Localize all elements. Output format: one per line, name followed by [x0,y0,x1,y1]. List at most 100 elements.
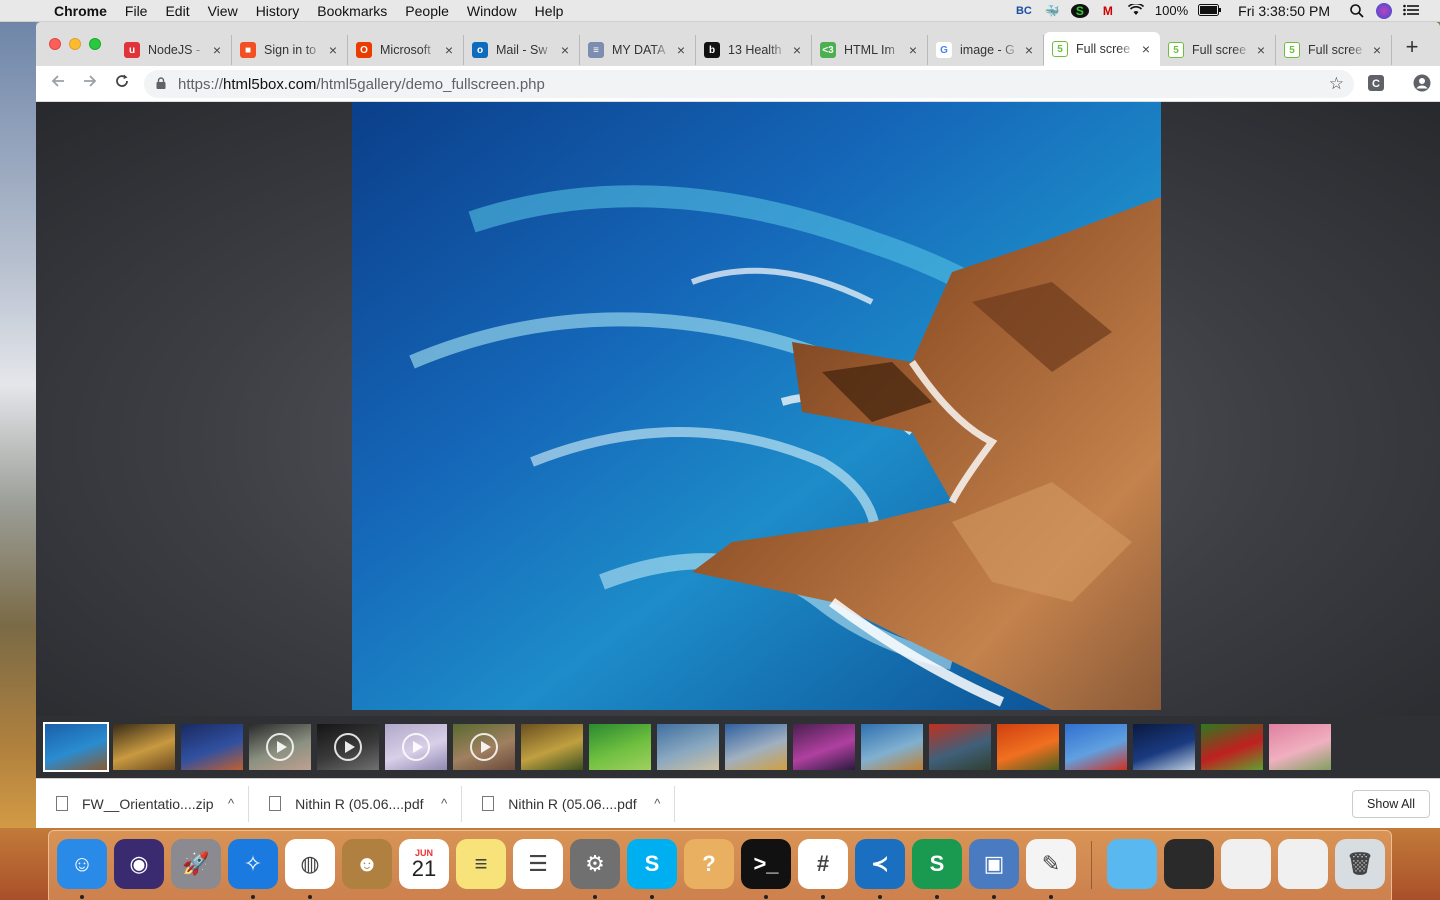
chevron-up-icon[interactable]: ^ [654,796,660,811]
tab-11[interactable]: 5 Full scree × [1276,35,1392,65]
download-item[interactable]: Nithin R (05.06....pdf ^ [462,785,676,822]
close-tab-icon[interactable]: × [791,42,803,58]
close-tab-icon[interactable]: × [1371,42,1383,58]
tab-9[interactable]: 5 Full scree × [1044,32,1160,66]
system-preferences-icon[interactable]: ⚙ [570,839,620,889]
close-tab-icon[interactable]: × [327,42,339,58]
thumb-purple-sky[interactable] [793,724,855,770]
slack-icon[interactable]: # [798,839,848,889]
tab-7[interactable]: <3 HTML Im × [812,35,928,65]
thumb-cherry-blossom[interactable] [1269,724,1331,770]
siri-icon[interactable]: ◉ [114,839,164,889]
sourcetree-icon[interactable]: S [912,839,962,889]
close-tab-icon[interactable]: × [559,42,571,58]
vscode-icon[interactable]: ≺ [855,839,905,889]
thumb-tulips-sky[interactable] [1065,724,1127,770]
skype-icon[interactable]: S [627,839,677,889]
thumb-tulips-orange[interactable] [997,724,1059,770]
thumb-video-2[interactable] [317,724,379,770]
preview-icon[interactable]: ▣ [969,839,1019,889]
terminal-icon[interactable]: >_ [741,839,791,889]
reload-button[interactable] [110,73,134,94]
thumb-video-3[interactable] [385,724,447,770]
launchpad-icon[interactable]: 🚀 [171,839,221,889]
thumb-green-field[interactable] [589,724,651,770]
recent-window-3-icon[interactable] [1278,839,1328,889]
menu-history[interactable]: History [256,3,300,19]
thumb-city-night[interactable] [181,724,243,770]
thumb-beach[interactable] [657,724,719,770]
minimize-window-button[interactable] [69,38,81,50]
textedit-icon[interactable]: ✎ [1026,839,1076,889]
thumb-swan[interactable] [1133,724,1195,770]
forward-button[interactable] [78,73,102,94]
menu-file[interactable]: File [125,3,148,19]
new-tab-button[interactable]: + [1402,34,1422,60]
notification-center-icon[interactable] [1402,4,1420,18]
battery-icon[interactable] [1198,3,1222,18]
tab-4[interactable]: o Mail - Sw × [464,35,580,65]
close-tab-icon[interactable]: × [443,42,455,58]
bookmark-star-icon[interactable]: ☆ [1329,74,1344,94]
close-tab-icon[interactable]: × [675,42,687,58]
finder-icon[interactable]: ☺ [57,839,107,889]
close-tab-icon[interactable]: × [211,42,223,58]
thumb-video-4[interactable] [453,724,515,770]
menu-help[interactable]: Help [535,3,564,19]
downloads-folder-icon[interactable] [1107,839,1157,889]
menu-bookmarks[interactable]: Bookmarks [317,3,387,19]
contacts-icon[interactable]: ☻ [342,839,392,889]
menu-clock[interactable]: Fri 3:38:50 PM [1238,3,1330,19]
extension-icon[interactable]: C [1366,74,1386,94]
menu-edit[interactable]: Edit [165,3,189,19]
safari-icon[interactable]: ✧ [228,839,278,889]
tab-2[interactable]: ■ Sign in to × [232,35,348,65]
profile-avatar-icon[interactable] [1412,74,1432,94]
thumb-red-sunset[interactable] [929,724,991,770]
show-all-downloads-button[interactable]: Show All [1352,789,1430,818]
trash-icon[interactable]: 🗑 [1335,839,1385,889]
bc-status-icon[interactable]: BC [1015,4,1033,18]
recent-window-1-icon[interactable] [1164,839,1214,889]
thumb-forest[interactable] [521,724,583,770]
close-window-button[interactable] [49,38,61,50]
download-item[interactable]: Nithin R (05.06....pdf ^ [249,785,463,822]
mcafee-icon[interactable]: M [1099,4,1117,18]
menu-view[interactable]: View [208,3,238,19]
chevron-up-icon[interactable]: ^ [228,796,234,811]
chevron-up-icon[interactable]: ^ [441,796,447,811]
tab-5[interactable]: ≡ MY DATA × [580,35,696,65]
thumb-video-1[interactable] [249,724,311,770]
thumb-desert-sky[interactable] [725,724,787,770]
docker-status-icon[interactable]: 🐳 [1043,4,1061,18]
menu-window[interactable]: Window [467,3,517,19]
thumb-coast[interactable] [43,722,109,772]
reminders-icon[interactable]: ☰ [513,839,563,889]
tab-10[interactable]: 5 Full scree × [1160,35,1276,65]
lock-icon[interactable] [156,76,166,92]
menu-people[interactable]: People [405,3,449,19]
spotlight-search-icon[interactable] [1348,3,1366,18]
chrome-icon[interactable]: ◍ [285,839,335,889]
tab-6[interactable]: b 13 Health × [696,35,812,65]
shield-status-icon[interactable]: S [1070,3,1089,18]
close-tab-icon[interactable]: × [1023,42,1035,58]
tab-1[interactable]: u NodeJS - × [116,35,232,65]
download-item[interactable]: FW__Orientatio....zip ^ [36,785,250,822]
help-icon[interactable]: ? [684,839,734,889]
thumb-sunset-cliff[interactable] [113,724,175,770]
wifi-icon[interactable] [1127,2,1145,18]
back-button[interactable] [46,73,70,94]
zoom-window-button[interactable] [89,38,101,50]
siri-icon[interactable] [1376,2,1392,19]
close-tab-icon[interactable]: × [1255,42,1267,58]
close-tab-icon[interactable]: × [1140,41,1152,57]
recent-window-2-icon[interactable] [1221,839,1271,889]
tab-8[interactable]: Gimage - G × [928,35,1044,65]
tab-3[interactable]: O Microsoft × [348,35,464,65]
close-tab-icon[interactable]: × [907,42,919,58]
menu-app-name[interactable]: Chrome [54,3,107,19]
gallery-main-image[interactable] [352,102,1161,710]
thumb-tulips-red[interactable] [1201,724,1263,770]
thumb-lake-tree[interactable] [861,724,923,770]
